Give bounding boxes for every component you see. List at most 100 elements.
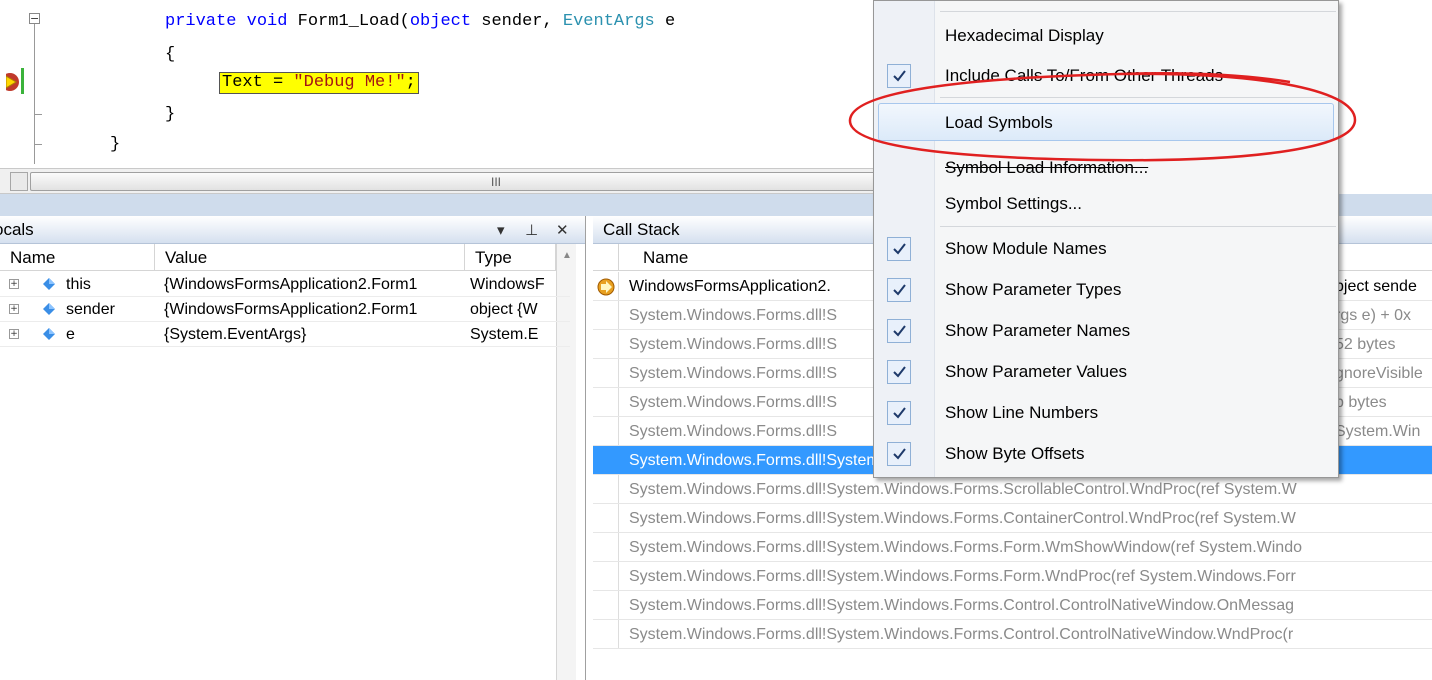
- row-gutter: [593, 301, 619, 329]
- code-keyword: object: [409, 12, 472, 31]
- code-string-literal: "Debug Me!": [293, 73, 406, 92]
- local-name: sender: [66, 301, 115, 318]
- column-header-type[interactable]: Type: [465, 244, 556, 271]
- stack-frame-text-tail: pject sende: [1335, 278, 1417, 295]
- row-gutter: [593, 533, 619, 561]
- locals-title: ocals: [0, 220, 34, 239]
- stack-frame-text-tail: System.Win: [1335, 423, 1421, 440]
- row-gutter: [593, 620, 619, 648]
- code-line-signature: private void Form1_Load(object sender, E…: [165, 12, 675, 32]
- stack-frame-text: System.Windows.Forms.dll!S: [629, 336, 838, 353]
- checkmark-icon: [887, 237, 911, 261]
- variable-icon: [43, 328, 55, 340]
- stack-frame-text-tail: rgs e) + 0x: [1335, 307, 1412, 324]
- code-type: EventArgs: [562, 12, 655, 31]
- expand-icon[interactable]: +: [9, 329, 19, 339]
- code-param: sender,: [481, 12, 553, 31]
- menu-separator: [940, 226, 1336, 227]
- menu-item-hexadecimal-display[interactable]: Hexadecimal Display: [874, 17, 1338, 55]
- local-name: e: [66, 326, 75, 343]
- expand-icon[interactable]: +: [9, 279, 19, 289]
- local-name: this: [66, 276, 91, 293]
- checkmark-icon: [887, 360, 911, 384]
- table-row[interactable]: + sender {WindowsFormsApplication2.Form1…: [0, 297, 570, 322]
- stack-frame-row[interactable]: System.Windows.Forms.dll!System.Windows.…: [593, 475, 1432, 504]
- row-gutter: [593, 591, 619, 619]
- row-gutter: [593, 330, 619, 358]
- menu-item-symbol-load-information[interactable]: Symbol Load Information...: [874, 149, 1338, 187]
- call-stack-context-menu: Hexadecimal Display Include Calls To/Fro…: [873, 0, 1339, 478]
- local-value: {WindowsFormsApplication2.Form1: [164, 276, 418, 293]
- row-gutter: [593, 359, 619, 387]
- outline-guide: [34, 24, 35, 164]
- table-row[interactable]: + this {WindowsFormsApplication2.Form1 W…: [0, 272, 570, 297]
- checkmark-icon: [887, 401, 911, 425]
- code-line-close-brace: }: [165, 105, 176, 124]
- column-header-name[interactable]: Name: [0, 244, 155, 271]
- expand-icon[interactable]: +: [9, 304, 19, 314]
- stack-frame-row[interactable]: System.Windows.Forms.dll!System.Windows.…: [593, 591, 1432, 620]
- stack-frame-text-tail: 52 bytes: [1335, 336, 1396, 353]
- variable-icon: [43, 278, 55, 290]
- table-row[interactable]: + e {System.EventArgs} System.E: [0, 322, 570, 347]
- stack-frame-text: System.Windows.Forms.dll!S: [629, 423, 838, 440]
- menu-item-show-byte-offsets[interactable]: Show Byte Offsets: [874, 435, 1338, 473]
- checkmark-icon: [887, 64, 911, 88]
- stack-frame-row[interactable]: System.Windows.Forms.dll!System.Windows.…: [593, 533, 1432, 562]
- outline-tick: [34, 114, 42, 115]
- row-gutter: [593, 388, 619, 416]
- stack-frame-text-tail: b bytes: [1335, 394, 1387, 411]
- menu-item-label: Load Symbols: [945, 113, 1053, 132]
- code-param: e: [664, 12, 676, 31]
- menu-separator: [940, 11, 1336, 12]
- close-icon[interactable]: ✕: [556, 216, 569, 244]
- current-statement-highlight: Text = "Debug Me!";: [219, 72, 419, 94]
- current-frame-arrow-icon: [597, 278, 615, 296]
- outline-tick: [34, 144, 42, 145]
- local-type: System.E: [470, 326, 539, 343]
- menu-item-label: Show Parameter Values: [945, 362, 1128, 381]
- stack-frame-row[interactable]: System.Windows.Forms.dll!System.Windows.…: [593, 620, 1432, 649]
- editor-horizontal-scrollbar[interactable]: III: [0, 168, 878, 194]
- menu-item-symbol-settings[interactable]: Symbol Settings...: [874, 185, 1338, 223]
- local-value: {WindowsFormsApplication2.Form1: [164, 301, 418, 318]
- menu-item-show-parameter-names[interactable]: Show Parameter Names: [874, 312, 1338, 350]
- code-statement-end: ;: [405, 73, 416, 92]
- row-gutter: [593, 504, 619, 532]
- variable-icon: [43, 303, 55, 315]
- stack-frame-text: System.Windows.Forms.dll!S: [629, 394, 838, 411]
- stack-frame-row[interactable]: System.Windows.Forms.dll!System.Windows.…: [593, 504, 1432, 533]
- scroll-grip-icon: III: [491, 175, 502, 189]
- scroll-left-button[interactable]: [10, 172, 28, 191]
- menu-item-show-line-numbers[interactable]: Show Line Numbers: [874, 394, 1338, 432]
- column-header-value[interactable]: Value: [155, 244, 465, 271]
- menu-item-label: Show Module Names: [945, 239, 1107, 258]
- menu-item-label: Show Parameter Names: [945, 321, 1131, 340]
- stack-frame-row[interactable]: System.Windows.Forms.dll!System.Windows.…: [593, 562, 1432, 591]
- menu-item-show-module-names[interactable]: Show Module Names: [874, 230, 1338, 268]
- checkmark-icon: [887, 442, 911, 466]
- code-keyword: private: [165, 12, 237, 31]
- current-statement-arrow-icon: [6, 73, 19, 91]
- stack-frame-text: System.Windows.Forms.dll!System.Windows.…: [629, 481, 1297, 498]
- code-statement: Text =: [222, 73, 294, 92]
- scroll-thumb[interactable]: III: [30, 172, 878, 191]
- row-gutter: [593, 417, 619, 445]
- code-line-close-brace: }: [110, 135, 121, 154]
- stack-frame-text: System.Windows.Forms.dll!S: [629, 365, 838, 382]
- scroll-up-icon[interactable]: ▲: [562, 250, 572, 261]
- row-gutter: [593, 446, 619, 474]
- locals-title-bar: ocals ▾ ⊥ ✕: [0, 216, 585, 244]
- column-header-gutter: [593, 244, 619, 271]
- menu-item-label: Show Byte Offsets: [945, 444, 1085, 463]
- menu-item-label: Hexadecimal Display: [945, 26, 1104, 45]
- menu-item-include-calls-other-threads[interactable]: Include Calls To/From Other Threads: [874, 57, 1338, 95]
- dropdown-icon[interactable]: ▾: [497, 216, 505, 244]
- collapse-toggle[interactable]: −: [29, 13, 40, 24]
- menu-separator: [940, 97, 1336, 98]
- menu-item-label: Symbol Load Information...: [945, 158, 1149, 177]
- menu-item-show-parameter-values[interactable]: Show Parameter Values: [874, 353, 1338, 391]
- menu-item-load-symbols[interactable]: Load Symbols: [878, 103, 1334, 141]
- menu-item-show-parameter-types[interactable]: Show Parameter Types: [874, 271, 1338, 309]
- pin-icon[interactable]: ⊥: [525, 216, 538, 244]
